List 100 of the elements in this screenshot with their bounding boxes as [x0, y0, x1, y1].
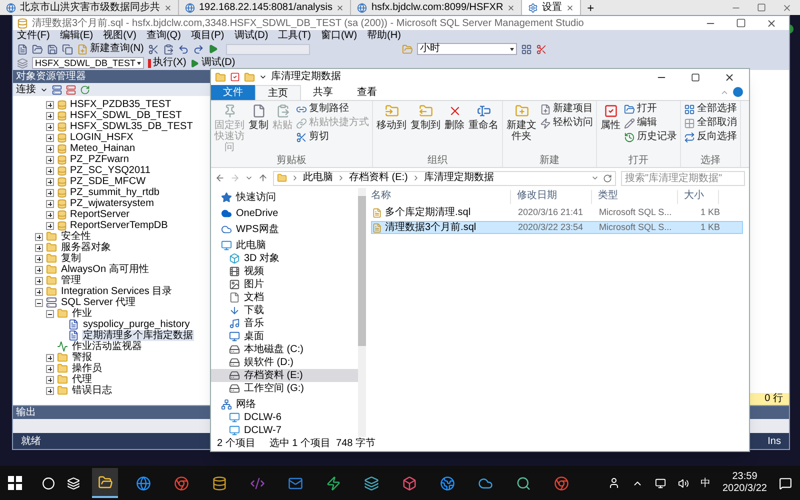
scrollbar[interactable]: [358, 188, 366, 437]
tree-item[interactable]: HSFX_PZDB35_TEST: [70, 99, 172, 110]
ime-indicator[interactable]: 中: [700, 476, 710, 490]
nav-item[interactable]: 下载: [211, 304, 358, 317]
nav-item[interactable]: 工作空间 (G:): [211, 382, 358, 395]
tree-item[interactable]: PZ_SDE_MFCW: [70, 176, 146, 187]
ribbon-tab[interactable]: 查看: [345, 85, 389, 100]
expand-icon[interactable]: [35, 276, 43, 284]
ribbon-tab[interactable]: 主页: [255, 85, 301, 100]
ribbon-button[interactable]: 重命名: [468, 103, 499, 155]
ribbon-button[interactable]: 复制到: [410, 103, 441, 155]
tree-item[interactable]: HSFX_SDWL35_DB_TEST: [70, 121, 193, 132]
expand-icon[interactable]: [46, 188, 54, 196]
search-field[interactable]: 搜索"库清理定期数据": [621, 170, 745, 186]
expand-icon[interactable]: [46, 166, 54, 174]
database-combo[interactable]: HSFX_SDWL_DB_TEST: [32, 57, 144, 69]
expand-icon[interactable]: [46, 122, 54, 130]
tree-item[interactable]: 管理: [60, 275, 82, 286]
ribbon-button[interactable]: 打开: [624, 103, 677, 115]
menu-item[interactable]: 项目(P): [190, 30, 224, 42]
ribbon-button[interactable]: 复制路径: [296, 103, 369, 115]
nav-item[interactable]: 视频: [211, 265, 358, 278]
new-query-button[interactable]: 新建查询(N): [77, 43, 144, 55]
nav-item[interactable]: 桌面: [211, 330, 358, 343]
nav-item[interactable]: 快速访问: [211, 191, 358, 204]
browser-tab[interactable]: 设置: [522, 0, 582, 15]
column-header[interactable]: 大小: [684, 190, 719, 204]
tree-item[interactable]: PZ_wjwatersystem: [70, 198, 154, 209]
expand-icon[interactable]: [46, 354, 54, 362]
ribbon-button[interactable]: 编辑: [624, 117, 677, 129]
expand-icon[interactable]: [35, 244, 43, 252]
ribbon-button[interactable]: 删除: [444, 103, 465, 155]
tree-item[interactable]: 错误日志: [71, 385, 113, 396]
tree-item[interactable]: 代理: [71, 374, 93, 385]
nav-item[interactable]: DCLW-7: [211, 424, 358, 437]
tree-item[interactable]: syspolicy_purge_history: [82, 319, 191, 330]
menu-item[interactable]: 视图(V): [103, 30, 136, 42]
taskbar-app[interactable]: [92, 468, 118, 498]
time-combo[interactable]: 小时: [416, 43, 517, 55]
column-header[interactable]: 名称: [371, 190, 511, 204]
tree-item[interactable]: 作业活动监视器: [71, 341, 143, 352]
tree-item[interactable]: PZ_PZFwarn: [70, 154, 129, 165]
tree-item[interactable]: 操作员: [71, 363, 103, 374]
expand-icon[interactable]: [35, 254, 43, 262]
tree-item[interactable]: SQL Server 代理: [60, 297, 137, 308]
menu-item[interactable]: 查询(Q): [146, 30, 181, 42]
nav-item[interactable]: OneDrive: [211, 207, 358, 220]
expand-icon[interactable]: [35, 266, 43, 274]
menu-item[interactable]: 工具(T): [278, 30, 311, 42]
file-row[interactable]: 多个库定期清理.sql 2020/3/16 21:41 Microsoft SQL S... 1 KB: [371, 206, 743, 219]
expand-icon[interactable]: [46, 100, 54, 108]
nav-item[interactable]: 存档资料 (E:): [211, 369, 358, 382]
menu-item[interactable]: 窗口(W): [320, 30, 358, 42]
address-bar[interactable]: 此电脑 存档资料 (E:) 库清理定期数据: [273, 170, 616, 186]
menu-item[interactable]: 调试(D): [234, 30, 268, 42]
nav-item[interactable]: 此电脑: [211, 239, 358, 252]
expand-icon[interactable]: [46, 156, 54, 164]
nav-item[interactable]: 娱软件 (D:): [211, 356, 358, 369]
expand-icon[interactable]: [46, 210, 54, 218]
expand-icon[interactable]: [35, 288, 43, 296]
expand-icon[interactable]: [46, 364, 54, 372]
expand-icon[interactable]: [46, 112, 54, 120]
ribbon-button[interactable]: 剪切: [296, 131, 369, 143]
ribbon-button[interactable]: 复制: [248, 103, 269, 155]
tree-item[interactable]: ReportServer: [70, 209, 130, 220]
ribbon-button[interactable]: 轻松访问: [540, 117, 593, 129]
connect-button[interactable]: 连接: [16, 84, 36, 96]
expand-icon[interactable]: [46, 200, 54, 208]
path-segment[interactable]: 库清理定期数据: [424, 172, 494, 184]
file-row[interactable]: 清理数据3个月前.sql 2020/3/22 23:54 Microsoft SQL S... 1 KB: [371, 221, 743, 234]
expand-icon[interactable]: [46, 222, 54, 230]
tree-item[interactable]: 服务器对象: [60, 242, 112, 253]
nav-item[interactable]: 图片: [211, 278, 358, 291]
tree-item[interactable]: 复制: [60, 253, 82, 264]
ribbon-tab[interactable]: 文件: [211, 85, 255, 100]
nav-item[interactable]: 网络: [211, 398, 358, 411]
ribbon-button[interactable]: 移动到: [376, 103, 407, 155]
help-icon[interactable]: [733, 87, 743, 97]
tree-item[interactable]: Meteo_Hainan: [70, 143, 136, 154]
tree-item[interactable]: HSFX_SDWL_DB_TEST: [70, 110, 182, 121]
expand-icon[interactable]: [35, 232, 43, 240]
path-segment[interactable]: 存档资料 (E:): [349, 172, 408, 184]
nav-item[interactable]: 文档: [211, 291, 358, 304]
ribbon-button[interactable]: 新建项目: [540, 103, 593, 115]
expand-icon[interactable]: [46, 386, 54, 394]
expand-icon[interactable]: [46, 134, 54, 142]
windows-logo-icon[interactable]: [8, 476, 22, 490]
nav-item[interactable]: 3D 对象: [211, 252, 358, 265]
tree-item[interactable]: 安全性: [60, 231, 92, 242]
expand-icon[interactable]: [46, 178, 54, 186]
tree-item[interactable]: ReportServerTempDB: [70, 220, 168, 231]
nav-item[interactable]: 音乐: [211, 317, 358, 330]
nav-item[interactable]: WPS网盘: [211, 223, 358, 236]
column-header[interactable]: 类型: [598, 190, 678, 204]
menu-item[interactable]: 编辑(E): [60, 30, 94, 42]
ribbon-button[interactable]: 新建文件夹: [506, 103, 537, 155]
debug-button[interactable]: 调试(D): [190, 57, 236, 69]
ribbon-button[interactable]: 历史记录: [624, 131, 677, 143]
tree-item[interactable]: PZ_summit_hy_rtdb: [70, 187, 160, 198]
nav-item[interactable]: DCLW-6: [211, 411, 358, 424]
